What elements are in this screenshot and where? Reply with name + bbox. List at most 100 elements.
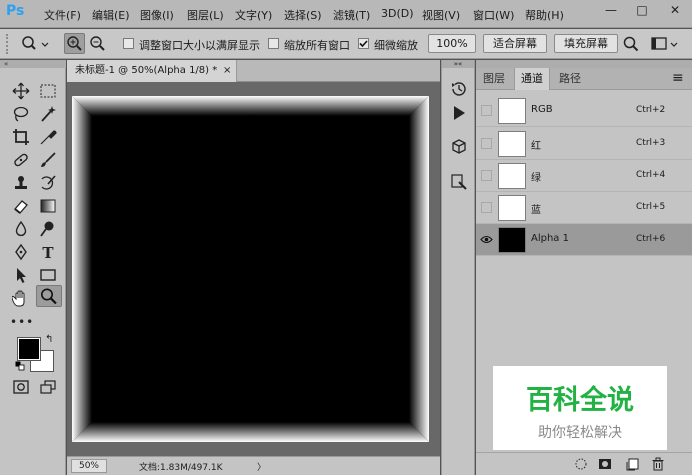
status-menu-arrow[interactable]: 〉 xyxy=(257,460,266,473)
close-window-button[interactable]: ✕ xyxy=(660,0,690,20)
hand-tool[interactable] xyxy=(10,289,32,309)
swap-colors-button[interactable]: ↰ xyxy=(45,334,57,346)
visibility-toggle[interactable] xyxy=(480,234,493,245)
gradient-icon xyxy=(40,199,56,213)
close-tab-icon[interactable]: × xyxy=(223,60,231,82)
fill-screen-button[interactable]: 填充屏幕 xyxy=(554,34,618,53)
quick-selection-tool[interactable] xyxy=(37,105,59,125)
scrubby-zoom-checkbox[interactable] xyxy=(358,38,369,49)
options-grip xyxy=(6,34,18,54)
gradient-tool[interactable] xyxy=(37,197,59,217)
crop-tool[interactable] xyxy=(10,128,32,148)
more-icon: ••• xyxy=(10,315,35,329)
3d-panel-button[interactable] xyxy=(450,138,468,156)
new-page-icon xyxy=(626,458,639,471)
fit-screen-button[interactable]: 适合屏幕 xyxy=(483,34,547,53)
screen-mode-button[interactable] xyxy=(37,378,59,398)
menu-file[interactable]: 文件(F) xyxy=(44,7,81,23)
blur-tool[interactable] xyxy=(10,220,32,240)
tab-layers[interactable]: 图层 xyxy=(476,68,512,90)
move-tool[interactable] xyxy=(10,82,32,102)
default-colors-button[interactable] xyxy=(15,361,25,371)
minimize-button[interactable]: — xyxy=(596,0,626,20)
lasso-icon xyxy=(13,106,29,122)
type-icon: T xyxy=(42,244,54,262)
rectangle-tool[interactable] xyxy=(37,266,59,286)
zoom-level-field[interactable]: 50% xyxy=(71,459,107,473)
channel-shortcut: Ctrl+4 xyxy=(636,170,666,180)
pen-tool[interactable] xyxy=(10,243,32,263)
menu-select[interactable]: 选择(S) xyxy=(284,7,322,23)
channel-thumbnail xyxy=(498,98,526,124)
marquee-tool[interactable] xyxy=(37,82,59,102)
resize-windows-checkbox[interactable] xyxy=(123,38,134,49)
panel-menu-icon[interactable]: ≡ xyxy=(672,70,684,86)
menu-filter[interactable]: 滤镜(T) xyxy=(333,7,370,23)
eyedropper-icon xyxy=(40,130,57,145)
tab-channels[interactable]: 通道 xyxy=(514,68,550,90)
zoom-out-button[interactable] xyxy=(88,34,107,53)
arrow-cursor-icon xyxy=(17,268,26,283)
menu-type[interactable]: 文字(Y) xyxy=(235,7,272,23)
visibility-toggle[interactable] xyxy=(481,202,492,213)
visibility-toggle[interactable] xyxy=(481,170,492,181)
zoom-all-label: 缩放所有窗口 xyxy=(284,39,350,52)
zoom-in-button[interactable] xyxy=(64,33,85,54)
dodge-tool[interactable] xyxy=(37,220,59,240)
eraser-tool[interactable] xyxy=(10,197,32,217)
history-icon xyxy=(452,82,466,96)
path-selection-tool[interactable] xyxy=(10,266,32,286)
menu-3d[interactable]: 3D(D) xyxy=(381,7,414,20)
save-selection-button[interactable] xyxy=(598,457,612,471)
search-button[interactable] xyxy=(622,35,640,53)
zoom-tool[interactable] xyxy=(36,285,62,307)
zoom-tool-icon xyxy=(41,288,57,305)
menu-window[interactable]: 窗口(W) xyxy=(473,7,514,23)
foreground-color-swatch[interactable] xyxy=(17,337,41,361)
history-brush-tool[interactable] xyxy=(37,174,59,194)
dotted-circle-icon xyxy=(575,458,587,470)
panel-tabs: 图层 通道 路径 ≡ xyxy=(476,68,692,90)
menu-image[interactable]: 图像(I) xyxy=(140,7,174,23)
bandage-icon xyxy=(14,153,28,167)
brush-tool[interactable] xyxy=(37,151,59,171)
visibility-toggle[interactable] xyxy=(481,105,492,116)
menu-edit[interactable]: 编辑(E) xyxy=(92,7,130,23)
new-channel-button[interactable] xyxy=(626,457,640,471)
menu-bar: Ps 文件(F) 编辑(E) 图像(I) 图层(L) 文字(Y) 选择(S) 滤… xyxy=(0,0,692,28)
panel-footer xyxy=(476,452,692,475)
history-panel-button[interactable] xyxy=(450,80,468,98)
channel-name: 蓝 xyxy=(531,205,541,216)
play-icon xyxy=(454,106,465,120)
channel-row-green[interactable]: 绿 Ctrl+4 xyxy=(476,160,692,192)
document-canvas[interactable] xyxy=(72,96,429,442)
visibility-toggle[interactable] xyxy=(481,138,492,149)
clone-stamp-tool[interactable] xyxy=(10,174,32,194)
channel-row-rgb[interactable]: RGB Ctrl+2 xyxy=(476,95,692,127)
actions-panel-button[interactable] xyxy=(450,104,468,122)
document-tab[interactable]: 未标题-1 @ 50%(Alpha 1/8) * × xyxy=(67,60,237,82)
channel-name: 绿 xyxy=(531,173,541,184)
quick-mask-button[interactable] xyxy=(10,378,32,398)
zoom-100-button[interactable]: 100% xyxy=(428,34,476,53)
restore-button[interactable]: □ xyxy=(627,0,657,20)
properties-panel-button[interactable] xyxy=(450,173,468,191)
pen-icon xyxy=(15,243,27,261)
menu-layer[interactable]: 图层(L) xyxy=(187,7,224,23)
edit-toolbar-button[interactable]: ••• xyxy=(10,312,35,332)
healing-brush-tool[interactable] xyxy=(10,151,32,171)
zoom-all-checkbox[interactable] xyxy=(268,38,279,49)
channel-row-red[interactable]: 红 Ctrl+3 xyxy=(476,128,692,160)
load-selection-button[interactable] xyxy=(574,457,588,471)
channel-row-alpha[interactable]: Alpha 1 Ctrl+6 xyxy=(476,224,692,256)
eyedropper-tool[interactable] xyxy=(37,128,59,148)
type-tool[interactable]: T xyxy=(37,243,59,263)
zoom-tool-preset[interactable] xyxy=(20,35,50,53)
tab-paths[interactable]: 路径 xyxy=(552,68,588,90)
workspace-switcher[interactable] xyxy=(651,35,681,53)
channel-row-blue[interactable]: 蓝 Ctrl+5 xyxy=(476,192,692,224)
menu-view[interactable]: 视图(V) xyxy=(422,7,460,23)
lasso-tool[interactable] xyxy=(10,105,32,125)
menu-help[interactable]: 帮助(H) xyxy=(525,7,564,23)
delete-channel-button[interactable] xyxy=(651,457,665,471)
